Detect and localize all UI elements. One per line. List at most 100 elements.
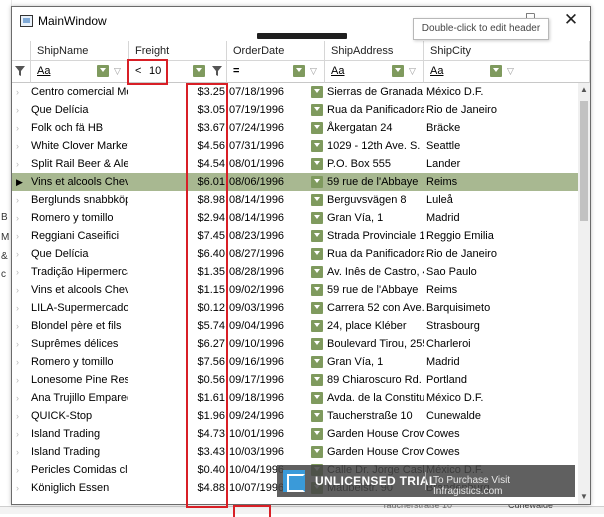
column-header-shipcity[interactable]: ShipCity	[424, 41, 590, 61]
cell-shipname[interactable]: Tradição Hipermercad	[31, 263, 128, 281]
cell-shipcity[interactable]: Luleå	[426, 191, 536, 209]
cell-shipaddress[interactable]: 24, place Kléber	[327, 317, 424, 335]
chevron-down-icon[interactable]	[490, 65, 502, 77]
cell-orderdate[interactable]: 09/10/1996	[227, 335, 324, 353]
chevron-down-icon[interactable]	[193, 65, 205, 77]
chevron-down-icon[interactable]	[311, 302, 323, 314]
cell-shipname[interactable]: Reggiani Caseifici	[31, 227, 128, 245]
cell-shipname[interactable]: Island Trading	[31, 443, 128, 461]
cell-orderdate[interactable]: 08/06/1996	[227, 173, 324, 191]
cell-shipname[interactable]: White Clover Markets	[31, 137, 128, 155]
cell-shipcity[interactable]: Seattle	[426, 137, 536, 155]
table-row[interactable]: ▶Vins et alcools Cheval$6.0108/06/199659…	[12, 173, 590, 191]
cell-shipaddress[interactable]: Berguvsvägen 8	[327, 191, 424, 209]
filter-funnel-icon[interactable]	[212, 66, 222, 76]
chevron-down-icon[interactable]	[311, 248, 323, 260]
table-row[interactable]: ›Lonesome Pine Restau$0.5609/17/199689 C…	[12, 371, 590, 389]
cell-shipaddress[interactable]: Taucherstraße 10	[327, 407, 424, 425]
scroll-up-icon[interactable]: ▲	[580, 85, 588, 94]
table-row[interactable]: › Berglunds snabbköp $8.98 08/14/1996 Berguv…	[12, 191, 590, 209]
cell-shipname[interactable]: Pericles Comidas clási	[31, 461, 128, 479]
clear-filter-icon[interactable]: ▽	[507, 66, 514, 77]
table-row[interactable]: › Que Delícia $3.05 07/19/1996 Rua da Panifi…	[12, 101, 590, 119]
chevron-down-icon[interactable]	[311, 338, 323, 350]
column-header-freight[interactable]: Freight	[129, 41, 227, 61]
cell-shipaddress[interactable]: 89 Chiaroscuro Rd.	[327, 371, 424, 389]
cell-orderdate[interactable]: 09/02/1996	[227, 281, 324, 299]
cell-shipname[interactable]: Romero y tomillo	[31, 209, 128, 227]
cell-shipcity[interactable]: México D.F.	[426, 389, 536, 407]
cell-shipaddress[interactable]: Garden House Crowth	[327, 425, 424, 443]
cell-shipname[interactable]: LILA-Supermercado	[31, 299, 128, 317]
chevron-down-icon[interactable]	[311, 194, 323, 206]
cell-shipcity[interactable]: Bräcke	[426, 119, 536, 137]
filter-cell-shipname[interactable]: Aa ▽	[31, 61, 129, 83]
cell-shipname[interactable]: Lonesome Pine Restau	[31, 371, 128, 389]
chevron-down-icon[interactable]	[311, 230, 323, 242]
cell-shipcity[interactable]: Rio de Janeiro	[426, 245, 536, 263]
chevron-down-icon[interactable]	[311, 122, 323, 134]
table-row[interactable]: › White Clover Markets $4.56 07/31/1996 1029…	[12, 137, 590, 155]
cell-shipcity[interactable]: Sao Paulo	[426, 263, 536, 281]
cell-shipaddress[interactable]: P.O. Box 555	[327, 155, 424, 173]
cell-shipname[interactable]: Que Delícia	[31, 101, 128, 119]
chevron-down-icon[interactable]	[311, 320, 323, 332]
cell-orderdate[interactable]: 08/01/1996	[227, 155, 324, 173]
chevron-down-icon[interactable]	[311, 158, 323, 170]
table-row[interactable]: ›Ana Trujillo Empareda$1.6109/18/1996Avd…	[12, 389, 590, 407]
cell-orderdate[interactable]: 08/14/1996	[227, 209, 324, 227]
drag-handle[interactable]	[257, 33, 347, 39]
cell-shipcity[interactable]: Rio de Janeiro	[426, 101, 536, 119]
cell-shipname[interactable]: Ana Trujillo Empareda	[31, 389, 128, 407]
cell-shipaddress[interactable]: Rua da Panificadora, 1	[327, 245, 424, 263]
cell-shipname[interactable]: Berglunds snabbköp	[31, 191, 128, 209]
cell-shipcity[interactable]: Lander	[426, 155, 536, 173]
cell-orderdate[interactable]: 08/23/1996	[227, 227, 324, 245]
cell-shipaddress[interactable]: Avda. de la Constitució	[327, 389, 424, 407]
chevron-down-icon[interactable]	[311, 374, 323, 386]
table-row[interactable]: › Blondel père et fils $5.74 09/04/1996 24, …	[12, 317, 590, 335]
chevron-down-icon[interactable]	[311, 140, 323, 152]
chevron-down-icon[interactable]	[97, 65, 109, 77]
cell-shipname[interactable]: Centro comercial Moc	[31, 83, 128, 101]
table-row[interactable]: ›Tradição Hipermercad$1.3508/28/1996Av. …	[12, 263, 590, 281]
cell-shipname[interactable]: Split Rail Beer & Ale	[31, 155, 128, 173]
cell-orderdate[interactable]: 09/04/1996	[227, 317, 324, 335]
cell-shipcity[interactable]: México D.F.	[426, 83, 536, 101]
chevron-down-icon[interactable]	[311, 176, 323, 188]
filter-operator[interactable]: =	[233, 65, 239, 77]
cell-shipcity[interactable]: Strasbourg	[426, 317, 536, 335]
cell-orderdate[interactable]: 10/03/1996	[227, 443, 324, 461]
cell-shipaddress[interactable]: Gran Vía, 1	[327, 209, 424, 227]
cell-shipaddress[interactable]: Av. Inês de Castro, 414	[327, 263, 424, 281]
clear-filter-icon[interactable]: ▽	[310, 66, 317, 77]
table-row[interactable]: › Island Trading $4.73 10/01/1996 Garden Hou…	[12, 425, 590, 443]
cell-shipcity[interactable]: Reims	[426, 281, 536, 299]
cell-orderdate[interactable]: 09/16/1996	[227, 353, 324, 371]
cell-orderdate[interactable]: 07/19/1996	[227, 101, 324, 119]
cell-orderdate[interactable]: 08/14/1996	[227, 191, 324, 209]
cell-shipcity[interactable]: Cowes	[426, 443, 536, 461]
cell-shipaddress[interactable]: Gran Vía, 1	[327, 353, 424, 371]
table-row[interactable]: › Romero y tomillo $7.56 09/16/1996 Gran Vía…	[12, 353, 590, 371]
table-row[interactable]: › Centro comercial Moc $3.25 07/18/1996 Sier…	[12, 83, 590, 101]
filter-cell-shipaddress[interactable]: Aa ▽	[325, 61, 424, 83]
chevron-down-icon[interactable]	[311, 356, 323, 368]
cell-orderdate[interactable]: 09/17/1996	[227, 371, 324, 389]
table-row[interactable]: › Reggiani Caseifici $7.45 08/23/1996 Strada…	[12, 227, 590, 245]
filter-cell-shipcity[interactable]: Aa ▽	[424, 61, 590, 83]
cell-shipcity[interactable]: Cowes	[426, 425, 536, 443]
table-row[interactable]: › Island Trading $3.43 10/03/1996 Garden Hou…	[12, 443, 590, 461]
column-header-orderdate[interactable]: OrderDate	[227, 41, 325, 61]
cell-shipaddress[interactable]: Strada Provinciale 124	[327, 227, 424, 245]
close-icon[interactable]: ✕	[560, 9, 582, 31]
cell-orderdate[interactable]: 08/27/1996	[227, 245, 324, 263]
trial-watermark[interactable]: UNLICENSED TRIAL To Purchase Visit Infra…	[277, 465, 575, 497]
cell-shipcity[interactable]: Reggio Emilia	[426, 227, 536, 245]
table-row[interactable]: › LILA-Supermercado $0.12 09/03/1996 Carrera…	[12, 299, 590, 317]
cell-shipcity[interactable]: Portland	[426, 371, 536, 389]
column-header-shipaddress[interactable]: ShipAddress	[325, 41, 424, 61]
cell-shipaddress[interactable]: Carrera 52 con Ave. B	[327, 299, 424, 317]
cell-orderdate[interactable]: 10/01/1996	[227, 425, 324, 443]
cell-shipcity[interactable]: Madrid	[426, 353, 536, 371]
